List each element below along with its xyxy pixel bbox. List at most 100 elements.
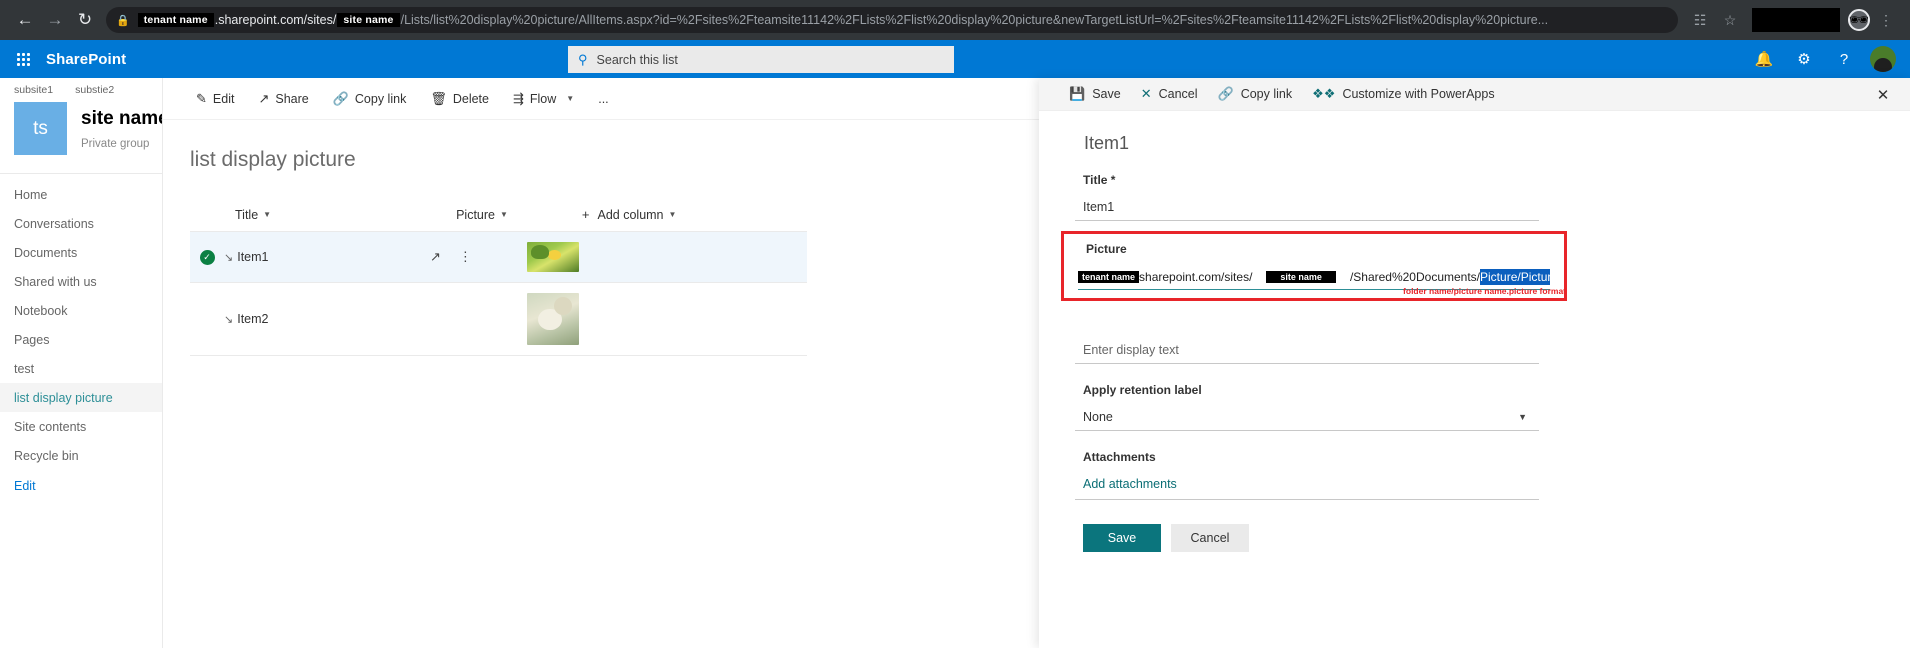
incognito-profile-icon[interactable]: 🕶: [1848, 9, 1870, 31]
sidebar-item-home[interactable]: Home: [0, 180, 163, 209]
profile-name-redaction-box: [1752, 8, 1840, 32]
cancel-button[interactable]: Cancel: [1171, 524, 1249, 552]
table-row[interactable]: ↙ Item2: [190, 283, 807, 355]
panel-form: Item1 Title * Item1 Picture tenant name …: [1039, 111, 1910, 648]
sidebar-item-recycle-bin[interactable]: Recycle bin: [0, 441, 163, 470]
page-title: site name: [81, 108, 169, 129]
panel-customize-powerapps-button[interactable]: ❖❖ Customize with PowerApps: [1302, 78, 1504, 111]
copy-link-button[interactable]: 🔗 Copy link: [322, 78, 418, 120]
edit-button[interactable]: ✎ Edit: [185, 78, 245, 120]
table-row[interactable]: ✓ ↙ Item1 ↗ ⋮: [190, 232, 807, 282]
site-logo: ts: [14, 102, 67, 155]
url-domain: .sharepoint.com/sites/: [214, 13, 337, 27]
sharepoint-brand-title[interactable]: SharePoint: [46, 51, 126, 68]
settings-gear-icon[interactable]: ⚙: [1786, 40, 1822, 78]
sidebar-item-list-display-picture[interactable]: list display picture: [0, 383, 163, 412]
column-header-title[interactable]: Title ▼: [235, 208, 271, 222]
add-attachments-link[interactable]: Add attachments: [1075, 473, 1539, 500]
help-icon[interactable]: ?: [1826, 40, 1862, 78]
list-column-headers: Title ▼ Picture ▼ + Add column ▼: [190, 198, 807, 232]
tenant-redaction-box: tenant name: [1078, 271, 1140, 283]
row-title-label: Item2: [237, 312, 269, 326]
share-button[interactable]: ↗ Share: [247, 78, 319, 120]
left-navigation: subsite1 substie2 ts site name Private g…: [0, 78, 169, 648]
sidebar-item-pages[interactable]: Pages: [0, 325, 163, 354]
site-redaction-box: site name: [337, 13, 400, 27]
panel-copy-link-button[interactable]: 🔗 Copy link: [1208, 78, 1303, 111]
office-extension-icon[interactable]: ☷: [1686, 6, 1714, 34]
panel-cancel-label: Cancel: [1158, 87, 1198, 101]
row-actions: ↗ ⋮: [430, 249, 505, 265]
trash-icon: 🗑: [430, 90, 447, 106]
tenant-redaction-box: tenant name: [137, 13, 214, 27]
sidebar-item-shared-with-us[interactable]: Shared with us: [0, 267, 163, 296]
sidebar-item-notebook[interactable]: Notebook: [0, 296, 163, 325]
search-icon: ⚲: [578, 51, 588, 67]
delete-button-label: Delete: [452, 91, 489, 106]
link-icon: 🔗: [332, 90, 349, 106]
delete-button[interactable]: 🗑 Delete: [419, 78, 500, 120]
parrot-thumbnail[interactable]: [527, 242, 579, 272]
save-button[interactable]: Save: [1083, 524, 1161, 552]
reload-icon[interactable]: ↻: [70, 5, 100, 35]
picture-url-selected-text[interactable]: Picture/Picture1.png: [1480, 269, 1550, 285]
breadcrumb-subsite2[interactable]: substie2: [75, 84, 114, 96]
page-body: subsite1 substie2 ts site name Private g…: [0, 78, 1910, 648]
sidebar-item-site-contents[interactable]: Site contents: [0, 412, 163, 441]
column-header-picture[interactable]: Picture ▼: [456, 208, 508, 222]
edit-button-label: Edit: [212, 91, 235, 106]
bookmark-star-icon[interactable]: ☆: [1716, 6, 1744, 34]
search-input[interactable]: ⚲ Search this list: [568, 46, 954, 73]
add-column-button[interactable]: + Add column ▼: [582, 207, 677, 222]
chevron-down-icon: ▼: [668, 210, 677, 219]
flower-thumbnail[interactable]: [527, 293, 579, 345]
nav-list: Home Conversations Documents Shared with…: [0, 174, 163, 500]
powerapps-icon: ❖❖: [1312, 86, 1336, 101]
share-icon[interactable]: ↗: [430, 249, 441, 265]
link-glyph-icon: ↙: [224, 313, 234, 326]
three-dot-menu-icon[interactable]: ⋮: [1872, 6, 1900, 34]
picture-url-domain: sharepoint.com/sites/: [1139, 270, 1253, 284]
panel-cancel-button[interactable]: ✕ Cancel: [1131, 78, 1208, 111]
close-icon[interactable]: ✕: [1868, 78, 1898, 111]
picture-url-annotation: folder name/picture name.picture format: [1403, 286, 1566, 296]
url-path: /Lists/list%20display%20picture/AllItems…: [400, 13, 1549, 27]
attachments-field-group: Attachments Add attachments: [1039, 450, 1539, 500]
row-title-cell[interactable]: ↙ Item1: [224, 250, 430, 264]
save-icon: 💾: [1069, 86, 1086, 101]
row-select-checkbox[interactable]: ✓: [190, 249, 224, 265]
display-text-input[interactable]: Enter display text: [1075, 339, 1539, 364]
site-privacy-label: Private group: [81, 138, 150, 150]
title-label-text: Title: [1083, 173, 1108, 187]
sidebar-item-conversations[interactable]: Conversations: [0, 209, 163, 238]
sidebar-item-documents[interactable]: Documents: [0, 238, 163, 267]
cancel-x-icon: ✕: [1140, 86, 1152, 101]
flow-button[interactable]: ⇶ Flow ▼: [502, 78, 585, 120]
row-picture-cell: [505, 293, 807, 345]
address-bar[interactable]: 🔒 tenant name .sharepoint.com/sites/ sit…: [106, 7, 1678, 33]
overflow-button[interactable]: ...: [587, 78, 619, 120]
required-asterisk: *: [1110, 173, 1116, 187]
share-icon: ↗: [258, 90, 270, 106]
picture-field-label: Picture: [1086, 242, 1127, 256]
panel-save-label: Save: [1092, 87, 1121, 101]
browser-toolbar: ← → ↻ 🔒 tenant name .sharepoint.com/site…: [0, 0, 1910, 40]
back-arrow-icon[interactable]: ←: [10, 5, 40, 35]
retention-select[interactable]: None ▼: [1075, 406, 1539, 431]
title-input[interactable]: Item1: [1075, 196, 1539, 221]
row-picture-cell: [505, 242, 807, 272]
row-title-cell[interactable]: ↙ Item2: [224, 312, 430, 326]
app-launcher-icon[interactable]: [0, 52, 46, 66]
more-vertical-icon[interactable]: ⋮: [459, 249, 472, 265]
share-button-label: Share: [275, 91, 309, 106]
avatar[interactable]: [1870, 46, 1896, 72]
url-text: tenant name .sharepoint.com/sites/ site …: [137, 13, 1548, 27]
breadcrumb: subsite1 substie2: [0, 78, 163, 96]
forward-arrow-icon[interactable]: →: [40, 5, 70, 35]
breadcrumb-subsite1[interactable]: subsite1: [14, 84, 53, 96]
picture-url-path: /Shared%20Documents/: [1349, 270, 1481, 284]
sidebar-item-test[interactable]: test: [0, 354, 163, 383]
panel-save-button[interactable]: 💾 Save: [1059, 78, 1131, 111]
sidebar-edit-link[interactable]: Edit: [0, 471, 163, 500]
notifications-icon[interactable]: 🔔: [1746, 40, 1782, 78]
